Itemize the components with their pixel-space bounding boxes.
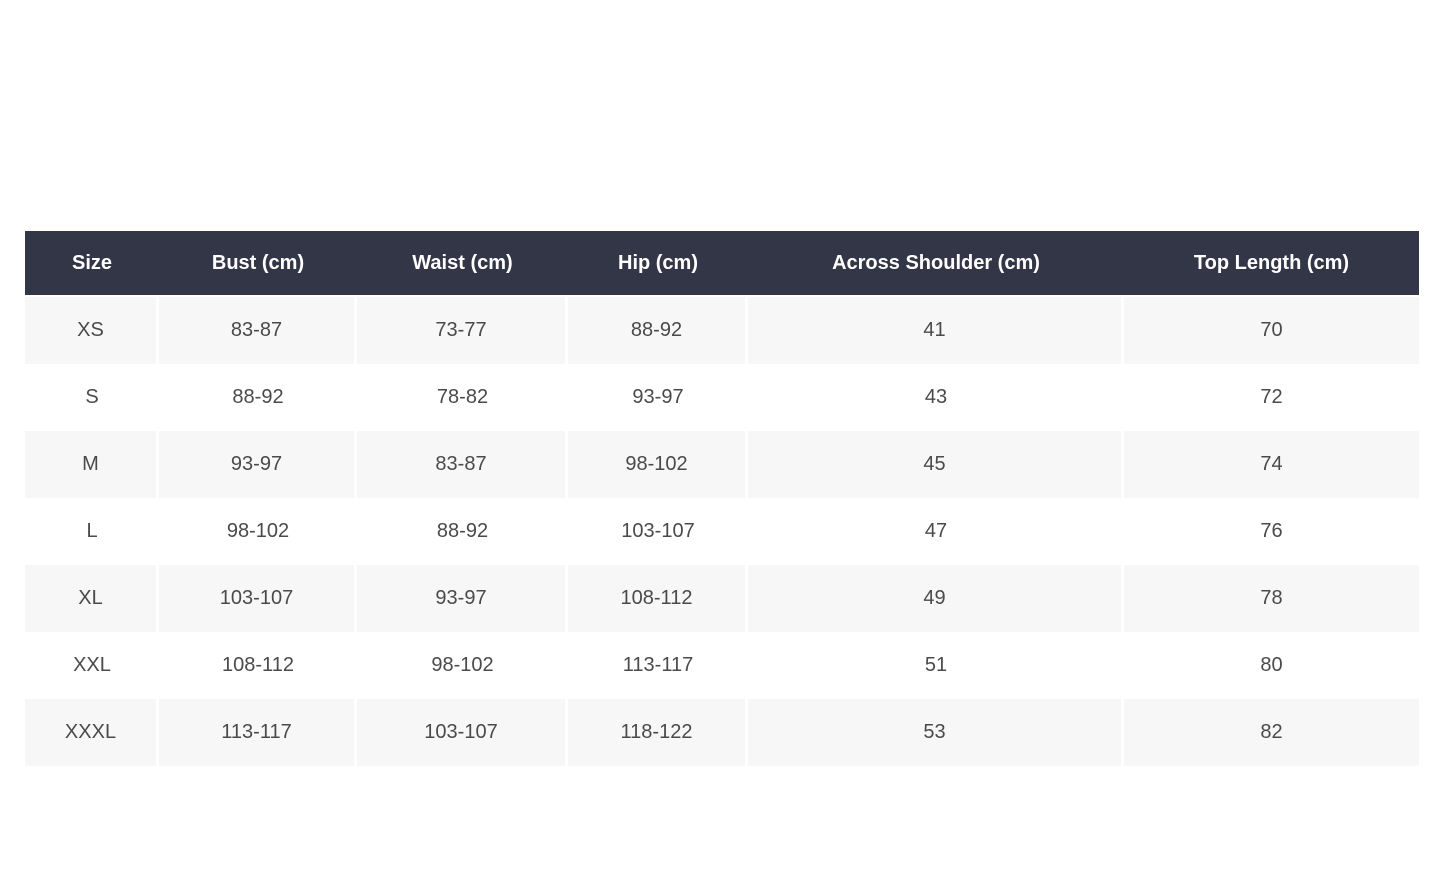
header-bust: Bust (cm) [159, 231, 357, 295]
cell-hip: 118-122 [568, 699, 748, 766]
cell-waist: 103-107 [357, 699, 568, 766]
cell-size: M [25, 431, 159, 498]
cell-size: XXL [25, 632, 159, 699]
cell-hip: 93-97 [568, 364, 748, 431]
cell-bust: 98-102 [159, 498, 357, 565]
header-row: Size Bust (cm) Waist (cm) Hip (cm) Acros… [25, 231, 1419, 295]
cell-top-length: 80 [1124, 632, 1419, 699]
cell-top-length: 82 [1124, 699, 1419, 766]
header-across-shoulder: Across Shoulder (cm) [748, 231, 1124, 295]
cell-across-shoulder: 43 [748, 364, 1124, 431]
cell-size: XS [25, 295, 159, 364]
cell-bust: 108-112 [159, 632, 357, 699]
header-size: Size [25, 231, 159, 295]
table-row: XXXL 113-117 103-107 118-122 53 82 [25, 699, 1419, 766]
cell-hip: 98-102 [568, 431, 748, 498]
cell-waist: 98-102 [357, 632, 568, 699]
cell-bust: 113-117 [159, 699, 357, 766]
cell-hip: 108-112 [568, 565, 748, 632]
cell-across-shoulder: 51 [748, 632, 1124, 699]
cell-top-length: 76 [1124, 498, 1419, 565]
table-row: XS 83-87 73-77 88-92 41 70 [25, 295, 1419, 364]
cell-top-length: 72 [1124, 364, 1419, 431]
cell-waist: 83-87 [357, 431, 568, 498]
cell-across-shoulder: 45 [748, 431, 1124, 498]
cell-top-length: 74 [1124, 431, 1419, 498]
cell-size: XXXL [25, 699, 159, 766]
cell-hip: 113-117 [568, 632, 748, 699]
cell-bust: 93-97 [159, 431, 357, 498]
header-waist: Waist (cm) [357, 231, 568, 295]
cell-top-length: 78 [1124, 565, 1419, 632]
cell-waist: 88-92 [357, 498, 568, 565]
cell-waist: 78-82 [357, 364, 568, 431]
cell-across-shoulder: 49 [748, 565, 1124, 632]
header-top-length: Top Length (cm) [1124, 231, 1419, 295]
cell-size: XL [25, 565, 159, 632]
table-header: Size Bust (cm) Waist (cm) Hip (cm) Acros… [25, 231, 1419, 295]
table-row: XL 103-107 93-97 108-112 49 78 [25, 565, 1419, 632]
cell-across-shoulder: 47 [748, 498, 1124, 565]
cell-across-shoulder: 53 [748, 699, 1124, 766]
table-row: M 93-97 83-87 98-102 45 74 [25, 431, 1419, 498]
header-hip: Hip (cm) [568, 231, 748, 295]
cell-top-length: 70 [1124, 295, 1419, 364]
cell-waist: 93-97 [357, 565, 568, 632]
cell-bust: 103-107 [159, 565, 357, 632]
cell-across-shoulder: 41 [748, 295, 1124, 364]
cell-hip: 88-92 [568, 295, 748, 364]
table-row: L 98-102 88-92 103-107 47 76 [25, 498, 1419, 565]
size-chart-table: Size Bust (cm) Waist (cm) Hip (cm) Acros… [25, 231, 1419, 766]
cell-size: L [25, 498, 159, 565]
table-row: S 88-92 78-82 93-97 43 72 [25, 364, 1419, 431]
cell-hip: 103-107 [568, 498, 748, 565]
table-row: XXL 108-112 98-102 113-117 51 80 [25, 632, 1419, 699]
cell-bust: 88-92 [159, 364, 357, 431]
cell-size: S [25, 364, 159, 431]
table-body: XS 83-87 73-77 88-92 41 70 S 88-92 78-82… [25, 295, 1419, 766]
cell-waist: 73-77 [357, 295, 568, 364]
cell-bust: 83-87 [159, 295, 357, 364]
